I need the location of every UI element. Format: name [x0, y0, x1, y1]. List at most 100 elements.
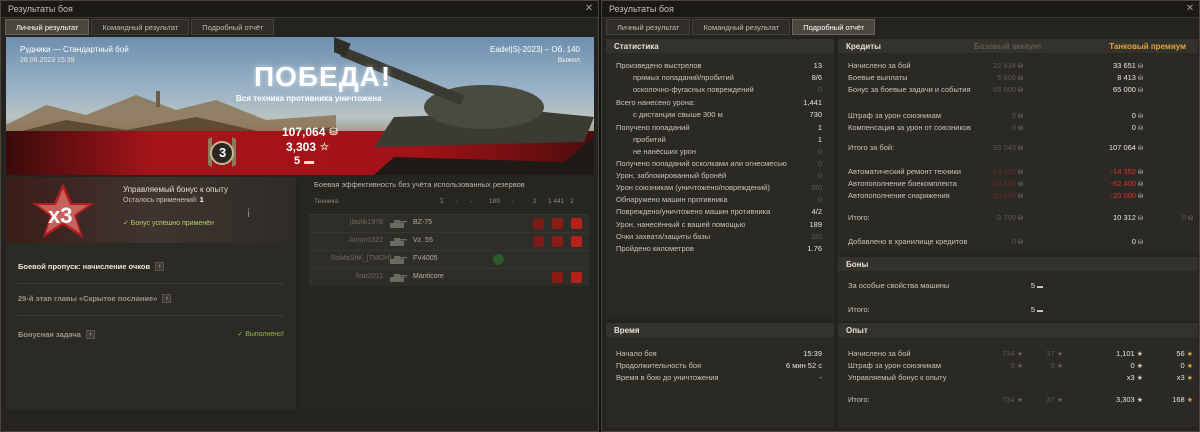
xp-header: Опыт [838, 323, 1198, 337]
tank-illustration [334, 37, 594, 175]
time-label: Начало боя [616, 349, 657, 358]
credits-label: Начислено за бой [848, 61, 911, 70]
damage-icon [533, 218, 544, 229]
credits-label: Автоматический ремонт техники [848, 167, 961, 176]
team-row[interactable]: RoMaShK_[TMGH] FV4005 [309, 250, 589, 268]
stat-row: Обнаружено машин противника 0 [606, 195, 834, 206]
tab-team-result[interactable]: Командный результат [692, 19, 791, 35]
divider [18, 315, 284, 316]
credits-icon: ⛁ [1137, 240, 1143, 246]
credits-row: Начислено за бой 22 434 ⛁ 33 651 ⛁ [838, 61, 1198, 72]
credits-icon: ⛁ [1017, 146, 1023, 152]
time-label: Продолжительность боя [616, 361, 702, 370]
stat-row: Получено попаданий 1 [606, 123, 834, 134]
tab-detailed-report[interactable]: Подробный отчёт [792, 19, 876, 35]
xp-star-icon: ★ [1016, 363, 1023, 370]
tank-icon [390, 256, 407, 264]
xp-cell: 734 ★ [1002, 349, 1023, 358]
stat-label: Повреждено/уничтожено машин противника [616, 207, 771, 216]
xp-star-icon: ★ [1056, 351, 1063, 358]
tank-name: Vz. 55 [413, 237, 433, 244]
xp-cell: 37 ★ [1046, 395, 1063, 404]
credits-label: Итого: [848, 213, 870, 222]
close-icon[interactable]: ✕ [1184, 3, 1196, 15]
info-icon: ⅰ [247, 208, 251, 220]
credits-icon: ⛁ [1137, 114, 1143, 120]
credits-basic: 93 043 ⛁ [993, 143, 1023, 152]
stat-row: прямых попаданий/пробитий 8/6 [606, 73, 834, 84]
credits-premium: 65 000 ⛁ [1113, 85, 1143, 94]
task-bonus[interactable]: Бонусная задача › ✓ Выполнено! [6, 323, 296, 345]
chevron-right-icon[interactable]: › [162, 293, 172, 303]
task-battle-pass[interactable]: Боевой пропуск: начисление очков › [6, 255, 296, 277]
stat-label: Произведено выстрелов [616, 61, 702, 70]
team-row[interactable]: Anton0322 Vz. 55 [309, 232, 589, 250]
tab-personal-result[interactable]: Личный результат [606, 19, 691, 35]
stat-label: Всего нанесено урона: [616, 98, 696, 107]
credits-basic: 0 ⛁ [1012, 123, 1023, 132]
divider [18, 283, 284, 284]
xp-value: 37 [1046, 349, 1055, 358]
time-header: Время [606, 323, 834, 337]
credits-basic-value: 0 [1011, 111, 1016, 120]
credits-icon: ⛁ [1017, 126, 1023, 132]
stat-label: прямых попаданий/пробитий [633, 73, 734, 82]
team-efficiency-panel: Боевая эффективность без учёта использов… [299, 177, 594, 409]
time-row: Время в бою до уничтожения - [606, 373, 834, 384]
credits-premium-value: 33 651 [1113, 61, 1136, 70]
xp-star-icon: ★ [1136, 351, 1143, 358]
xp-star-icon: ★ [1016, 397, 1023, 404]
time-value: - [819, 373, 823, 382]
stat-row: с дистанции свыше 300 м 730 [606, 110, 834, 121]
credits-premium: 10 312 ⛁ [1113, 213, 1143, 222]
stat-value: 189 [809, 220, 822, 229]
xp-value: 734 [1002, 395, 1015, 404]
team-row[interactable]: jlastik1978 BZ-75 [309, 214, 589, 232]
credits-icon: ⛁ [1017, 182, 1023, 188]
x3-star-icon: x3 [32, 183, 94, 238]
bonus-applied-status: ✓ Бонус успешно применён [123, 220, 214, 227]
tab-team-result[interactable]: Командный результат [91, 19, 190, 35]
xp-star-icon: ★ [1186, 351, 1193, 358]
xp-star-icon: ☆ [320, 141, 329, 153]
stat-value: 730 [809, 110, 822, 119]
credits-premium-value: 0 [1131, 111, 1136, 120]
stat-row: осколочно-фугасных повреждений 0 [606, 85, 834, 96]
xp-star-icon: ★ [1136, 397, 1143, 404]
credits-icon: ⛁ [1017, 88, 1023, 94]
credits-premium-value: 107 064 [1108, 143, 1136, 152]
window-title: Результаты боя [602, 1, 1199, 18]
bonds-icon: ▬ [1037, 308, 1043, 314]
credits-label: Автопополнение снаряжения [848, 191, 950, 200]
chevron-right-icon[interactable]: › [85, 329, 95, 339]
chevron-right-icon[interactable]: › [155, 261, 165, 271]
bonds-earned: 5 ▬ [294, 155, 314, 167]
player-name: RoMaShK_[TMGH] [331, 255, 392, 262]
stat-row: Всего нанесено урона: 1,441 [606, 98, 834, 109]
bonus-title: Управляемый бонус к опыту [123, 185, 228, 194]
team-row[interactable]: fear2011 Manticore [309, 268, 589, 286]
stat-label: Получено попаданий [616, 123, 690, 132]
close-icon[interactable]: ✕ [583, 3, 595, 15]
multiplier-label: x3 [48, 203, 72, 228]
stat-value: 0 [817, 159, 822, 168]
stat-value: 0/0 [811, 232, 822, 241]
task-label: Боевой пропуск: начисление очков [18, 261, 151, 271]
tank-name: FV4005 [413, 255, 438, 262]
xp-star-icon: ★ [1186, 363, 1193, 370]
credits-premium-value: -62 400 [1110, 179, 1136, 188]
credits-extra: 0 ⛁ [1182, 213, 1193, 222]
stat-row: Урон, нанесённый с вашей помощью 189 [606, 220, 834, 231]
credits-row: Итого за бой: 93 043 ⛁ 107 064 ⛁ [838, 143, 1198, 154]
tab-detailed-report[interactable]: Подробный отчёт [191, 19, 275, 35]
stat-value: 1,441 [803, 98, 822, 107]
credits-label: Штраф за урон союзникам [848, 111, 942, 120]
task-chapter-stage[interactable]: 29-й этап главы «Скрытое послание» › [6, 287, 296, 309]
credits-premium-value: 8 413 [1117, 73, 1136, 82]
credits-icon: ⛁ [1137, 194, 1143, 200]
window-title: Результаты боя [1, 1, 598, 18]
kill-icon [552, 236, 563, 247]
tab-personal-result[interactable]: Личный результат [5, 19, 90, 35]
xp-value: 1,101 [1115, 349, 1135, 358]
bonus-remaining-label: Осталось применений: [123, 197, 198, 204]
